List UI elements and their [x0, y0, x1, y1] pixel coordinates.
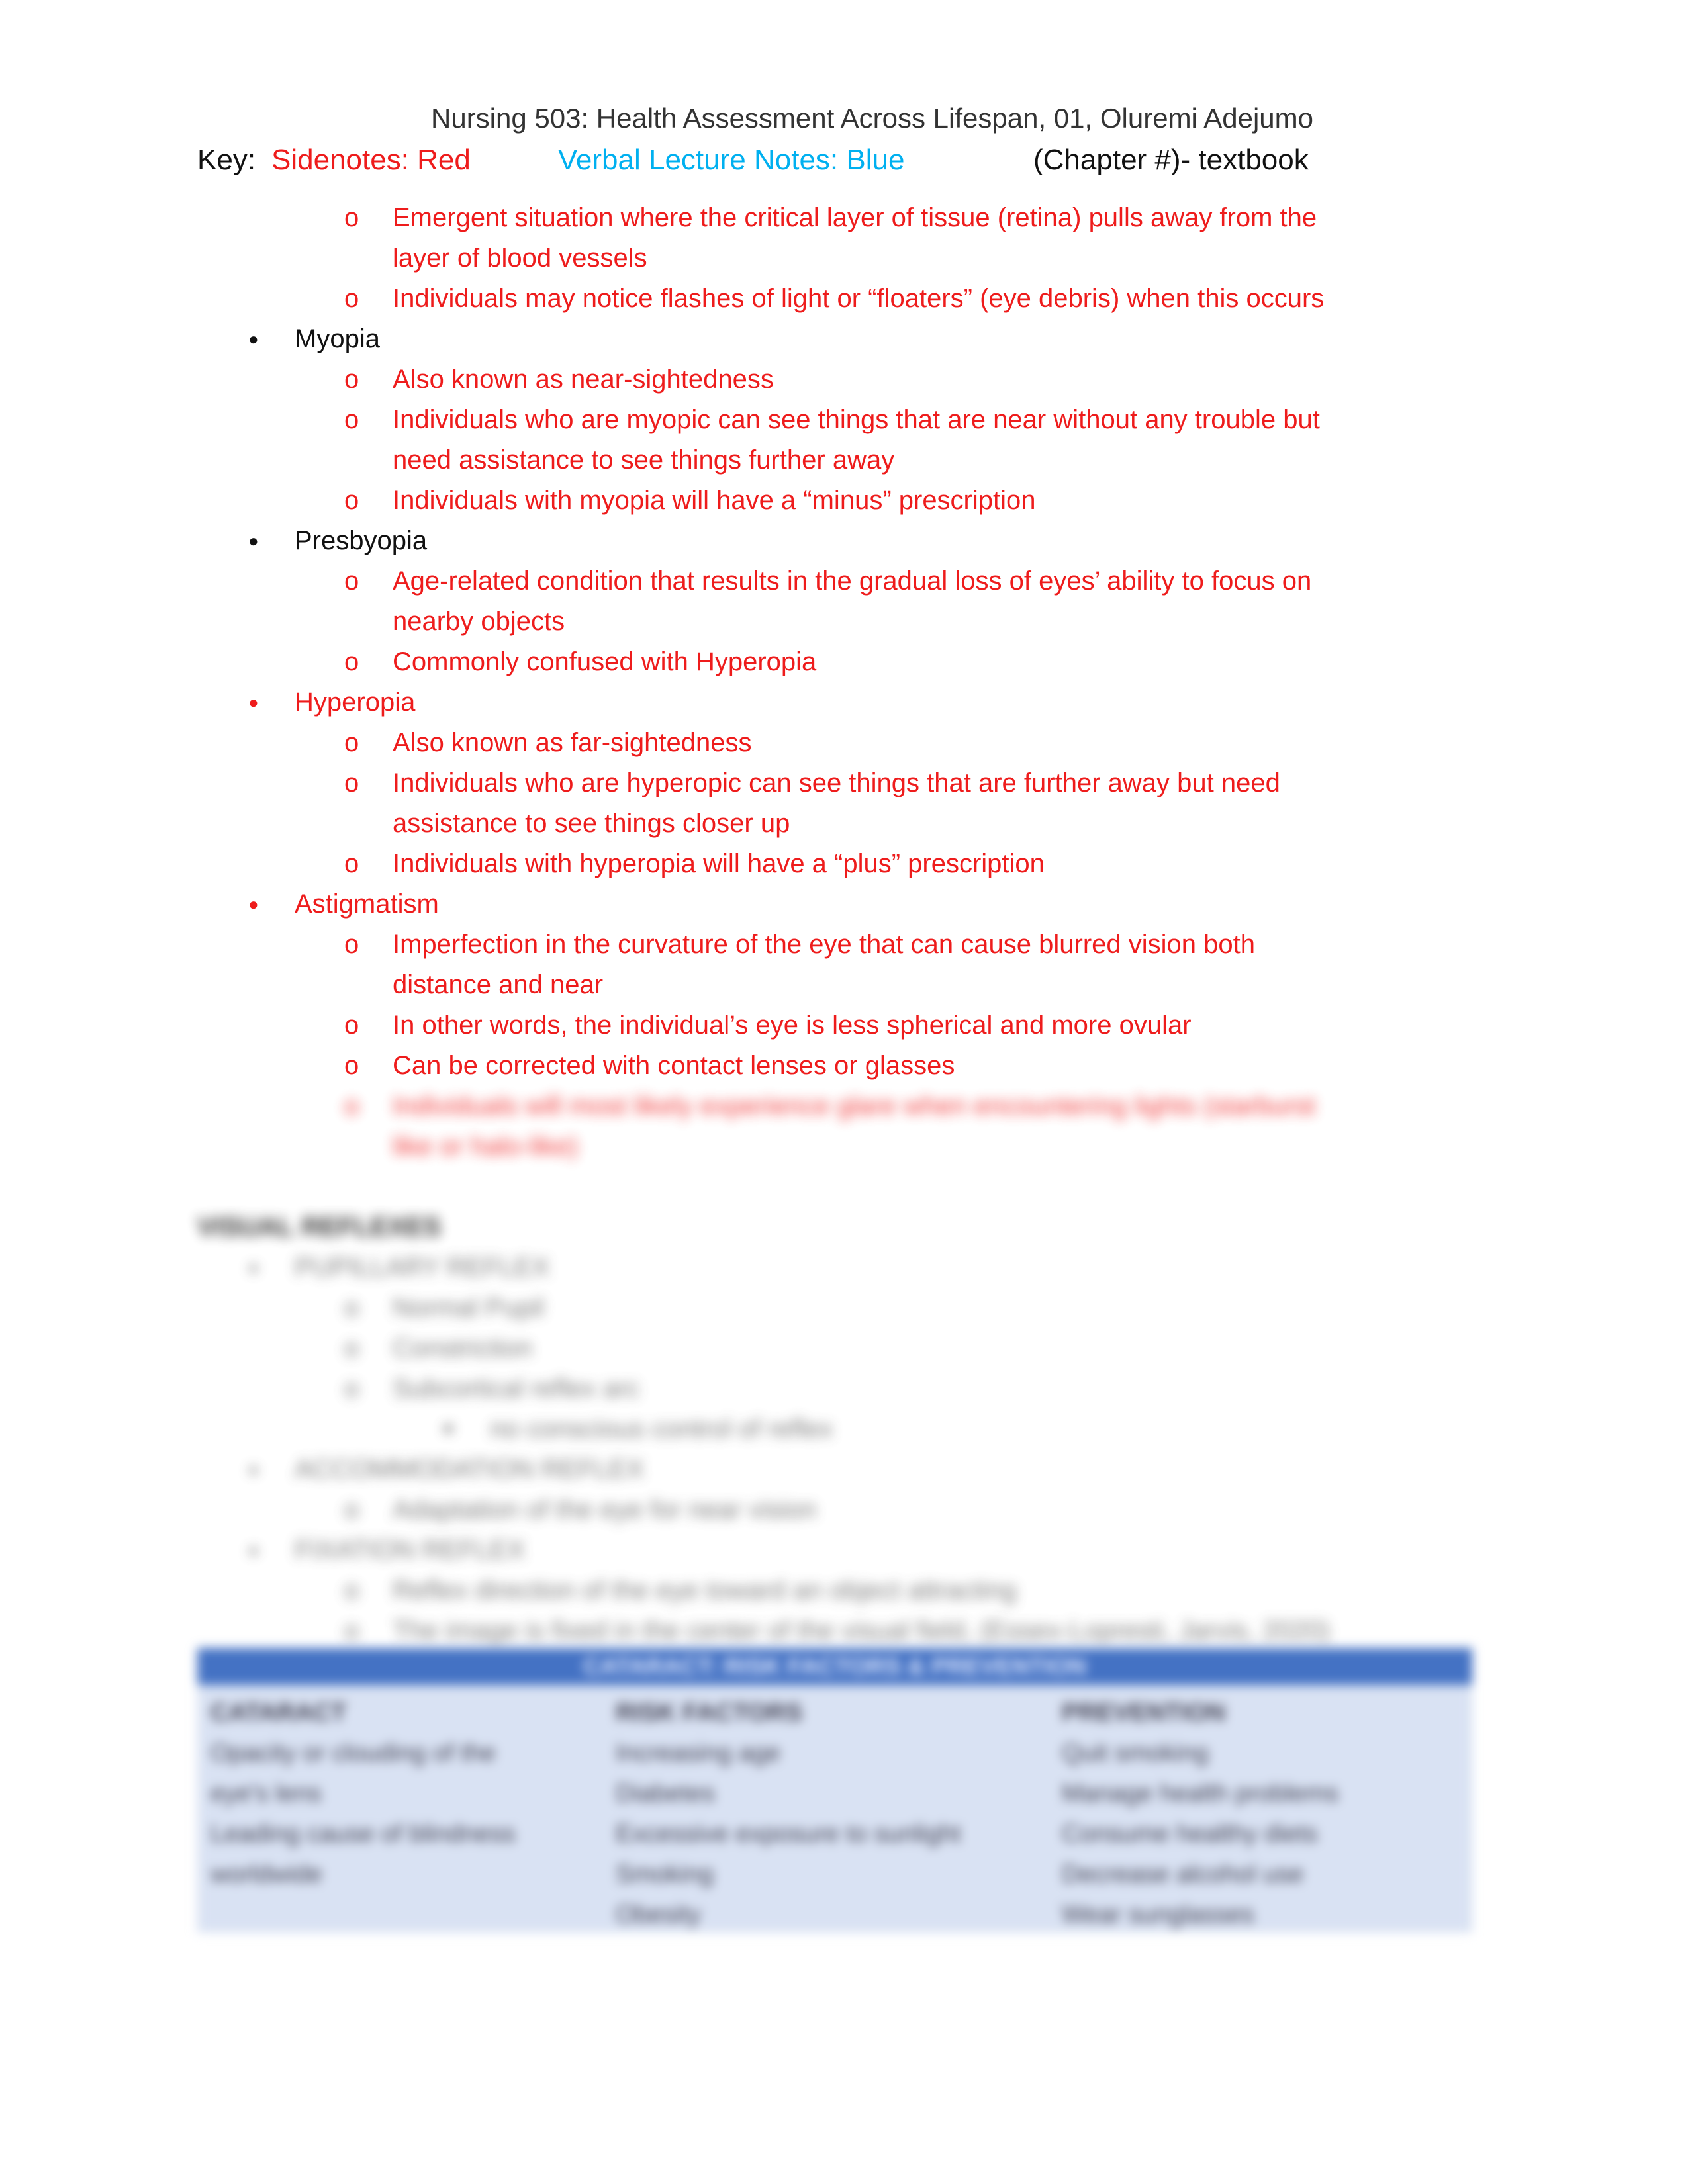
list-item-text: assistance to see things closer up — [393, 809, 790, 838]
table-cell: Smoking — [616, 1860, 714, 1888]
list-item-text: distance and near — [393, 970, 604, 999]
table-title: CATARACT: RISK FACTORS & PREVENTION — [197, 1648, 1472, 1685]
list-item-text: VISUAL REFLEXES — [197, 1212, 442, 1242]
list-item-text: need assistance to see things further aw… — [393, 445, 895, 475]
table-cell: Leading cause of blindness — [211, 1820, 516, 1848]
table-cell: Obesity — [616, 1901, 701, 1929]
bullet-circle-icon: o — [344, 1374, 359, 1403]
list-item-text: Constriction — [393, 1334, 533, 1363]
key-verbal-notes: Verbal Lecture Notes: Blue — [558, 144, 905, 176]
list-item-text: layer of blood vessels — [393, 244, 647, 273]
column-header: CATARACT — [211, 1699, 347, 1727]
document-header: Nursing 503: Health Assessment Across Li… — [431, 103, 1314, 134]
list-item-text: Individuals will most likely experience … — [393, 1091, 1316, 1120]
list-item-text: Can be corrected with contact lenses or … — [393, 1051, 955, 1080]
bullet-square-icon: ■ — [444, 1420, 453, 1437]
bullet-circle-icon: o — [344, 930, 359, 959]
list-item-text: Emergent situation where the critical la… — [393, 203, 1317, 232]
list-item-text: Astigmatism — [295, 889, 439, 919]
list-item-text: Subcortical reflex arc — [393, 1374, 640, 1403]
bullet-circle-icon: o — [344, 768, 359, 797]
table-column: RISK FACTORS Increasing age Diabetes Excess… — [616, 1693, 961, 1935]
bullet-disc-icon: ● — [248, 692, 259, 712]
list-item-text: Also known as far-sightedness — [393, 728, 752, 757]
bullet-circle-icon: o — [344, 1495, 359, 1524]
bullet-circle-icon: o — [344, 365, 359, 394]
list-item-text: Also known as near-sightedness — [393, 365, 774, 394]
bullet-disc-icon: ● — [248, 1257, 259, 1277]
bullet-circle-icon: o — [344, 1616, 359, 1645]
table-cell: Excessive exposure to sunlight — [616, 1820, 961, 1848]
list-item-text: Commonly confused with Hyperopia — [393, 647, 817, 676]
table-cell: Wear sunglasses — [1062, 1901, 1254, 1929]
bullet-circle-icon: o — [344, 567, 359, 596]
list-item-text: Individuals may notice flashes of light … — [393, 284, 1325, 313]
bullet-circle-icon: o — [344, 1011, 359, 1040]
table-column: PREVENTION Quit smoking Manage health prob… — [1062, 1693, 1338, 1935]
table-cell: Opacity or clouding of the — [211, 1739, 496, 1767]
key-sidenotes: Sidenotes: Red — [271, 144, 471, 176]
list-item-text: nearby objects — [393, 607, 565, 636]
list-item-text: Individuals who are hyperopic can see th… — [393, 768, 1280, 797]
bullet-circle-icon: o — [344, 405, 359, 434]
color-key: Key: Sidenotes: Red Verbal Lecture Notes… — [197, 144, 1521, 183]
table-cell: Diabetes — [616, 1780, 715, 1807]
table-cell: eye's lens — [211, 1780, 322, 1807]
table-cell: Increasing age — [616, 1739, 781, 1767]
list-item-text: Presbyopia — [295, 526, 428, 555]
table-cell: Decrease alcohol use — [1062, 1860, 1304, 1888]
list-item-text: no conscious control of reflex — [490, 1414, 833, 1443]
table-column: CATARACT Opacity or clouding of the eye's … — [211, 1693, 516, 1895]
bullet-circle-icon: o — [344, 1091, 359, 1120]
bullet-disc-icon: ● — [248, 1459, 259, 1479]
list-item-text: Myopia — [295, 324, 380, 353]
key-label: Key: — [197, 144, 256, 176]
bullet-circle-icon: o — [344, 849, 359, 878]
bullet-disc-icon: ● — [248, 894, 259, 914]
list-item-text: ACCOMMODATION REFLEX — [295, 1455, 645, 1484]
column-header: RISK FACTORS — [616, 1699, 803, 1727]
bullet-circle-icon: o — [344, 1334, 359, 1363]
list-item-text: Individuals who are myopic can see thing… — [393, 405, 1320, 434]
list-item-text: like or halo-like) — [393, 1132, 579, 1161]
table-cell: Quit smoking — [1062, 1739, 1209, 1767]
bullet-circle-icon: o — [344, 728, 359, 757]
table-cell: Consume healthy diets — [1062, 1820, 1318, 1848]
bullet-circle-icon: o — [344, 203, 359, 232]
bullet-disc-icon: ● — [248, 1540, 259, 1560]
bullet-circle-icon: o — [344, 284, 359, 313]
list-item-text: In other words, the individual’s eye is … — [393, 1011, 1192, 1040]
list-item-text: Adaptation of the eye for near vision — [393, 1495, 817, 1524]
bullet-disc-icon: ● — [248, 531, 259, 551]
list-item-text: Hyperopia — [295, 688, 416, 717]
list-item-text: Age-related condition that results in th… — [393, 567, 1312, 596]
bullet-disc-icon: ● — [248, 329, 259, 349]
cataract-table: CATARACT: RISK FACTORS & PREVENTION CATA… — [197, 1648, 1472, 1933]
table-cell: Manage health problems — [1062, 1780, 1339, 1807]
bullet-circle-icon: o — [344, 486, 359, 515]
table-cell: worldwide — [211, 1860, 322, 1888]
column-header: PREVENTION — [1062, 1699, 1226, 1727]
bullet-circle-icon: o — [344, 1576, 359, 1605]
bullet-circle-icon: o — [344, 1051, 359, 1080]
list-item-text: PUPILLARY REFLEX — [295, 1253, 550, 1282]
bullet-circle-icon: o — [344, 1293, 359, 1322]
list-item-text: Imperfection in the curvature of the eye… — [393, 930, 1255, 959]
list-item-text: Reflex direction of the eye toward an ob… — [393, 1576, 1017, 1605]
key-chapter: (Chapter #)- textbook — [1033, 144, 1309, 176]
list-item-text: Individuals with myopia will have a “min… — [393, 486, 1036, 515]
list-item-text: The image is fixed in the center of the … — [393, 1616, 1331, 1645]
list-item-text: Normal Pupil — [393, 1293, 544, 1322]
list-item-text: FIXATION REFLEX — [295, 1535, 526, 1565]
list-item-text: Individuals with hyperopia will have a “… — [393, 849, 1045, 878]
bullet-circle-icon: o — [344, 647, 359, 676]
